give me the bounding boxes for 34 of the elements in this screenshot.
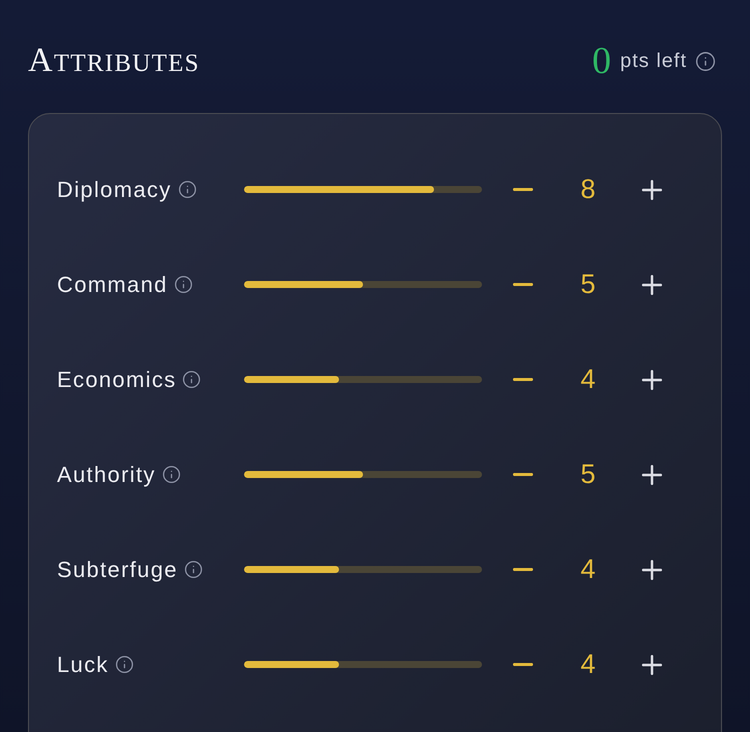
plus-icon <box>642 560 662 580</box>
plus-icon <box>642 370 662 390</box>
attribute-name: Luck <box>57 654 109 676</box>
minus-icon <box>513 568 533 571</box>
info-icon[interactable] <box>184 560 203 579</box>
minus-icon <box>513 283 533 286</box>
attribute-name: Diplomacy <box>57 178 172 200</box>
attribute-name: Subterfuge <box>57 558 178 580</box>
attribute-name: Economics <box>57 368 176 390</box>
info-icon[interactable] <box>178 180 197 199</box>
plus-icon <box>642 654 662 674</box>
attribute-value: 5 <box>579 271 597 298</box>
attribute-name: Authority <box>57 464 156 486</box>
attribute-name: Command <box>57 274 168 296</box>
section-title: ATTRIBUTES <box>28 44 200 78</box>
plus-icon <box>642 180 662 200</box>
attribute-value: 4 <box>579 366 597 393</box>
minus-icon <box>513 663 533 666</box>
info-icon[interactable] <box>695 50 716 72</box>
attribute-value: 4 <box>579 556 597 583</box>
info-icon[interactable] <box>182 370 202 389</box>
info-icon[interactable] <box>114 655 134 674</box>
info-icon[interactable] <box>162 465 181 484</box>
attribute-value: 4 <box>579 651 597 678</box>
points-remaining: 0 <box>592 42 612 80</box>
plus-icon <box>642 274 662 294</box>
attribute-value: 5 <box>579 461 597 488</box>
points-label: pts left <box>620 51 687 71</box>
info-icon[interactable] <box>174 275 193 294</box>
minus-icon <box>513 188 533 191</box>
plus-icon <box>642 464 662 484</box>
attribute-value: 8 <box>579 176 597 203</box>
minus-icon <box>513 378 533 381</box>
minus-icon <box>513 473 533 476</box>
